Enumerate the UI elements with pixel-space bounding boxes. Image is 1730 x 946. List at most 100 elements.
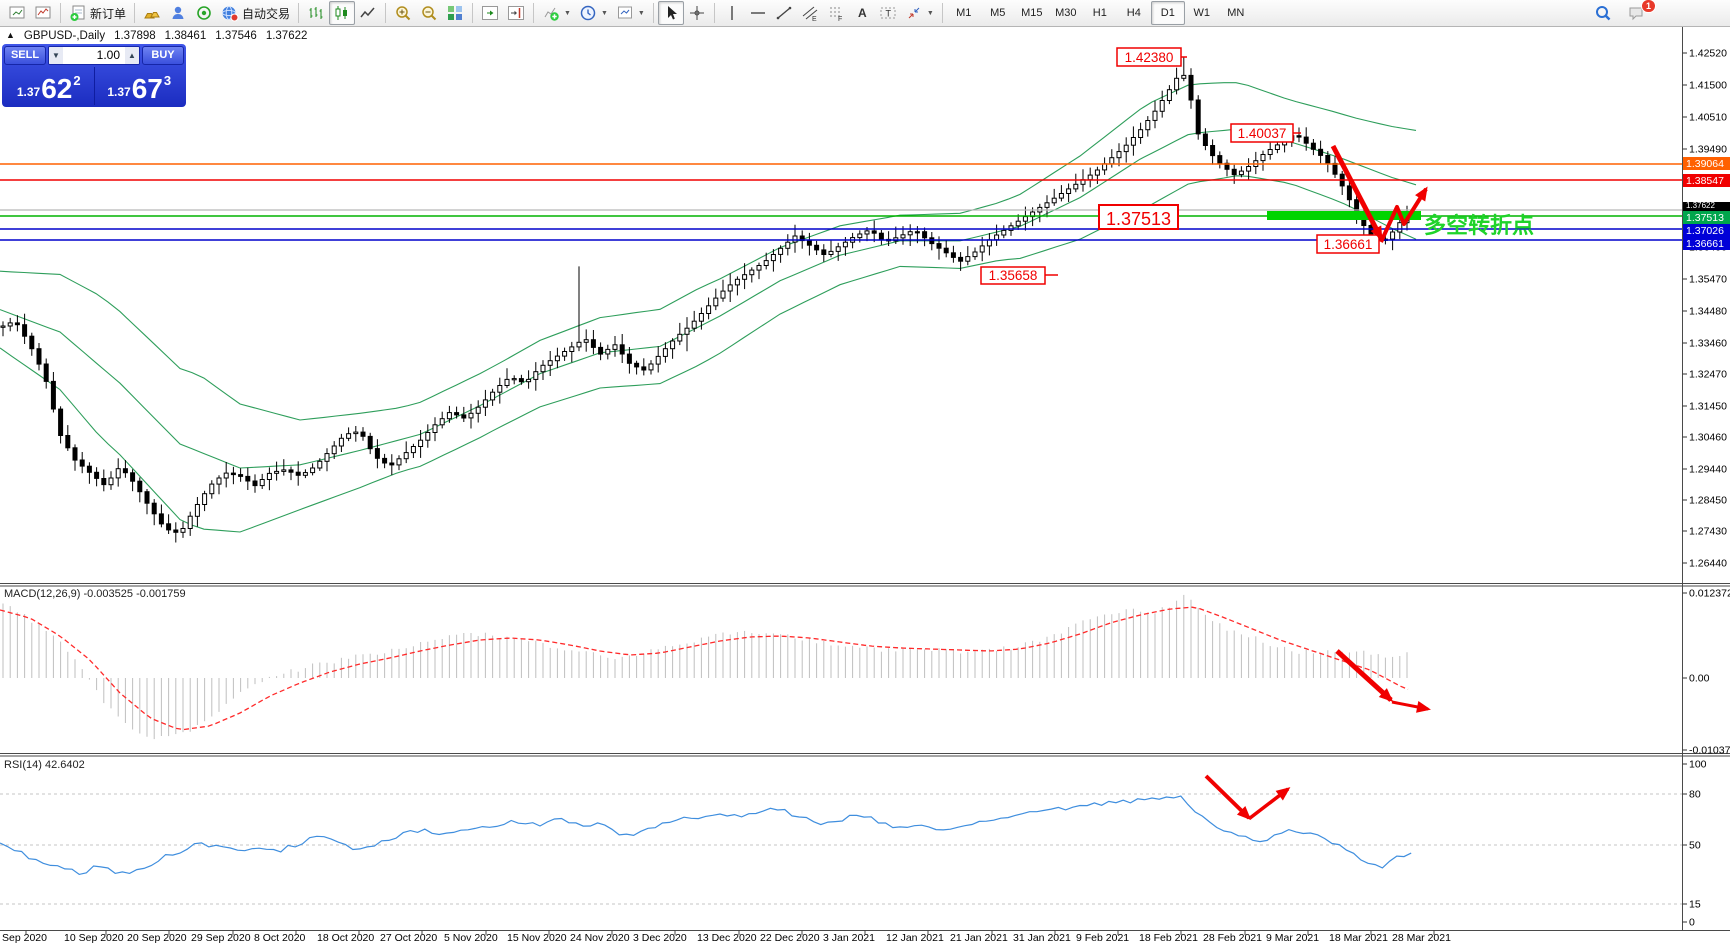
sell-price-button[interactable]: 1.37 62 2 [4,67,95,105]
timeframe-w1-button[interactable]: W1 [1185,1,1219,25]
toolbar-trendline-tool-button[interactable] [771,1,797,25]
toolbar-tile-windows-button[interactable] [442,1,468,25]
candlestick [562,351,568,357]
toolbar-deposit-button[interactable] [139,1,165,25]
toolbar-vertical-line-tool-button[interactable] [719,1,745,25]
toolbar-label-tool-button[interactable]: T [875,1,901,25]
candlestick [468,412,474,419]
candlestick [828,250,834,255]
toolbar-templates-button[interactable]: ▼ [612,1,649,25]
candlestick [259,479,265,487]
toolbar-candle-chart-mode-button[interactable] [329,1,356,25]
toolbar-separator [713,3,715,23]
timeframe-h4-button[interactable]: H4 [1117,1,1151,25]
candlestick [720,290,726,299]
toolbar-accounts-button[interactable] [165,1,191,25]
candlestick [511,378,517,381]
candlestick [403,452,409,460]
toolbar-signals-button[interactable] [191,1,217,25]
y-axis-label: 80 [1689,789,1701,801]
volume-value[interactable]: 1.00 [63,47,125,64]
arrows-icon [908,7,920,19]
toolbar-arrows-tool-button[interactable]: ▼ [901,1,938,25]
chart-canvas[interactable]: 1.425201.415001.405101.394901.364901.354… [0,0,1730,946]
y-axis-label: 1.42520 [1689,48,1727,60]
candlestick [1390,231,1396,240]
toolbar: 新订单 自动交易 ▼ ▼ ▼ E F A T ▼ M1 M5 M15 M30 H1 H4 D1 W1 MN 1 [0,0,1730,27]
candlestick [1202,133,1208,146]
toolbar-text-tool-button[interactable]: A [849,1,875,25]
sell-button[interactable]: SELL [4,46,46,65]
candlestick [14,322,20,326]
candlestick [662,348,668,357]
candlestick [706,305,712,314]
candlestick [1217,155,1223,164]
candlestick [1188,74,1194,101]
candlestick [533,371,539,380]
toolbar-cursor-tool-button[interactable] [657,1,684,25]
toolbar-zoom-in-button[interactable] [390,1,416,25]
mt4-terminal-window: 1.425201.415001.405101.394901.364901.354… [0,0,1730,946]
timeframe-mn-button[interactable]: MN [1219,1,1253,25]
toolbar-bar-chart-mode-button[interactable] [303,1,329,25]
candlestick [439,418,445,426]
candlestick [1325,155,1331,164]
y-axis-label: 1.29440 [1689,464,1727,476]
gold-icon [144,12,160,19]
volume-decrease-button[interactable]: ▼ [49,47,63,64]
symbol-collapse-icon[interactable]: ▲ [6,30,15,42]
toolbar-zoom-out-button[interactable] [416,1,442,25]
toolbar-indicators-button[interactable]: ▼ [538,1,575,25]
timeframe-m5-button[interactable]: M5 [981,1,1015,25]
timeframe-d1-button[interactable]: D1 [1150,1,1185,25]
buy-price-pip: 3 [163,73,172,88]
candlestick [936,243,942,249]
buy-button[interactable]: BUY [142,46,184,65]
candlestick [835,246,841,252]
candlestick [1397,222,1403,233]
toolbar-new-chart-button[interactable] [4,1,30,25]
doc-plus-icon [70,5,85,21]
timeframe-m1-button[interactable]: M1 [947,1,981,25]
x-axis-label: 9 Mar 2021 [1266,932,1319,944]
toolbar-tick-chart-button[interactable] [30,1,56,25]
toolbar-search-button[interactable] [1590,1,1616,25]
price-tag-label: 1.37622 [1686,201,1715,210]
toolbar-auto-scroll-button[interactable] [477,1,503,25]
toolbar-separator [134,3,136,23]
autoscroll-icon [482,6,499,20]
candlestick [245,475,251,482]
toolbar-fibonacci-tool-button[interactable]: F [823,1,849,25]
x-axis-label: 18 Feb 2021 [1139,932,1198,944]
candlestick [281,469,287,472]
toolbar-new-order-button[interactable]: 新订单 [65,1,130,25]
timeframe-m15-button[interactable]: M15 [1015,1,1049,25]
candlestick [79,459,85,467]
volume-increase-button[interactable]: ▲ [125,47,139,64]
toolbar-periods-button[interactable]: ▼ [575,1,612,25]
toolbar-line-chart-mode-button[interactable] [355,1,381,25]
macd-label: MACD(12,26,9) -0.003525 -0.001759 [4,588,186,600]
x-axis-label: 28 Mar 2021 [1392,932,1451,944]
toolbar-equidistant-channel-tool-button[interactable]: E [797,1,823,25]
candlestick [1174,77,1180,91]
y-axis-label: 100 [1689,759,1707,771]
candlestick [526,378,532,383]
timeframe-h1-button[interactable]: H1 [1083,1,1117,25]
candlestick [626,353,632,364]
toolbar-crosshair-tool-button[interactable] [684,1,710,25]
toolbar-horizontal-line-tool-button[interactable] [745,1,771,25]
toolbar-notifications-button[interactable]: 1 [1624,0,1656,25]
toolbar-auto-trading-button[interactable]: 自动交易 [217,1,294,25]
candlestick [698,313,704,322]
buy-price-button[interactable]: 1.37 67 3 [95,67,185,105]
candlestick [1058,193,1064,199]
turning-point-annotation[interactable]: 多空转折点 [1424,213,1534,238]
svg-text:E: E [812,16,817,22]
timeframe-m30-button[interactable]: M30 [1049,1,1083,25]
candlestick [821,249,827,255]
volume-stepper[interactable]: ▼ 1.00 ▲ [48,46,140,65]
toolbar-chart-shift-button[interactable] [503,1,529,25]
price-annotation-label: 1.40037 [1238,126,1287,141]
candlestick [482,399,488,408]
